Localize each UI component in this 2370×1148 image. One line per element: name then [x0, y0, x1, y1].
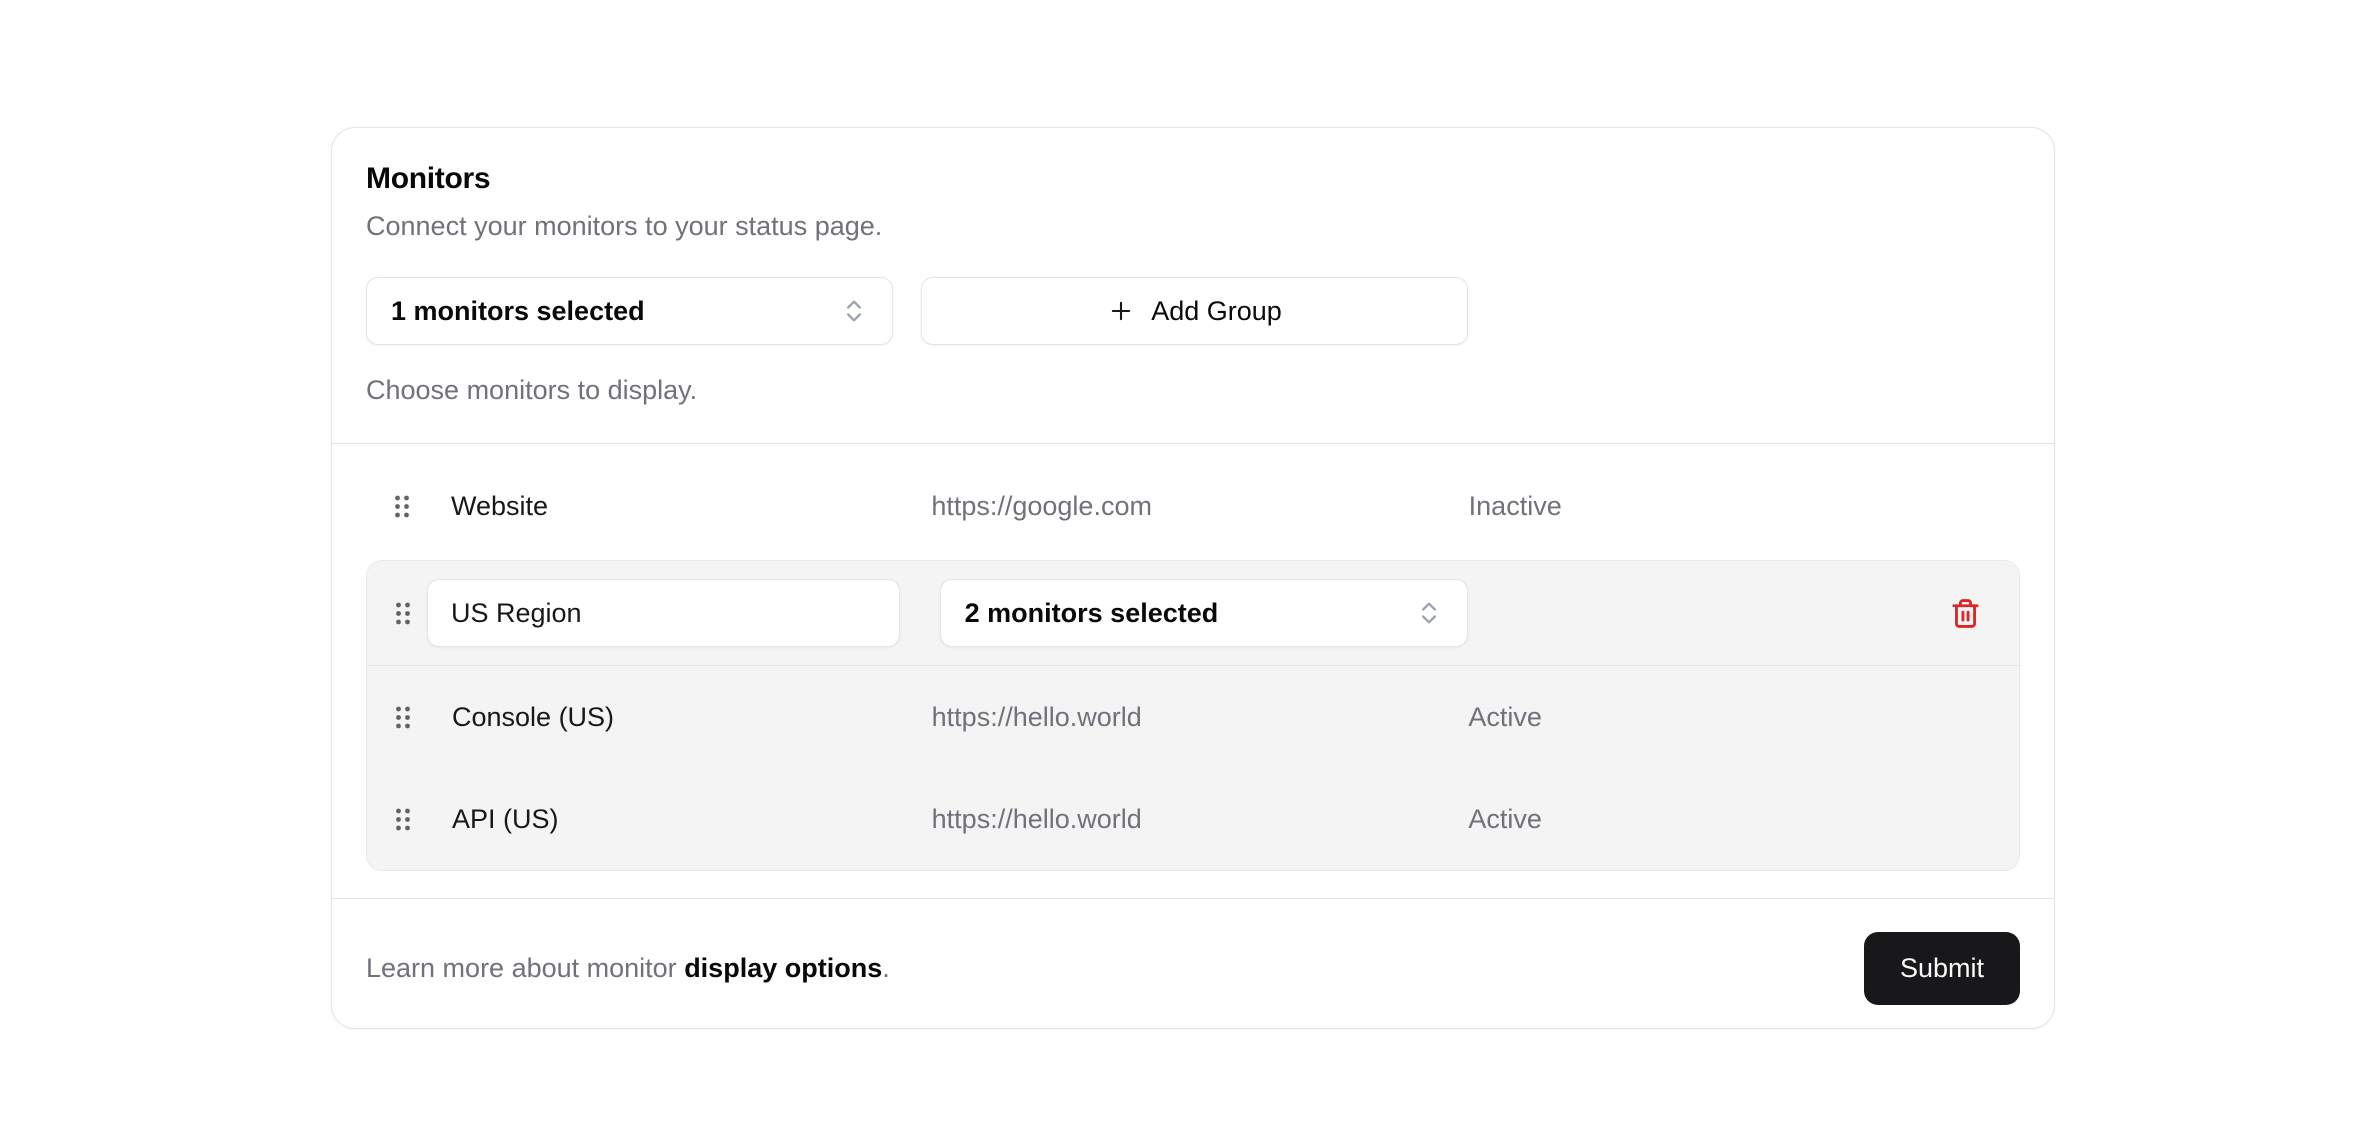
monitor-name-cell: API (US): [367, 804, 918, 835]
monitor-url: https://google.com: [917, 491, 1468, 522]
monitor-name: Website: [451, 491, 548, 522]
page-subtitle: Connect your monitors to your status pag…: [366, 209, 2020, 243]
group-actions-cell: [1468, 594, 2019, 633]
table-row: Website https://google.com Inactive: [366, 464, 2020, 548]
submit-button[interactable]: Submit: [1864, 932, 2020, 1005]
group-name-input[interactable]: [427, 579, 900, 647]
monitors-select[interactable]: 1 monitors selected: [366, 277, 893, 345]
table-row: Console (US) https://hello.world Active: [367, 666, 2019, 768]
page-title: Monitors: [366, 160, 2020, 198]
monitors-select-value: 1 monitors selected: [391, 296, 645, 327]
monitor-name-cell: Console (US): [367, 702, 918, 733]
chevrons-up-down-icon: [1415, 599, 1443, 627]
card-footer: Learn more about monitor display options…: [332, 899, 2054, 1029]
grip-vertical-icon: [394, 705, 412, 730]
add-group-label: Add Group: [1151, 296, 1282, 327]
group-monitors-select-value: 2 monitors selected: [965, 598, 1219, 629]
status-badge: Active: [1468, 804, 2019, 835]
trash-icon: [1950, 598, 1981, 629]
group-monitors-select[interactable]: 2 monitors selected: [940, 579, 1469, 647]
monitor-url: https://hello.world: [918, 702, 1469, 733]
controls-row: 1 monitors selected Add Group: [366, 277, 2020, 345]
monitors-card: Monitors Connect your monitors to your s…: [331, 127, 2055, 1029]
group-name-cell: [367, 579, 918, 647]
status-badge: Inactive: [1469, 491, 2020, 522]
grip-vertical-icon: [393, 494, 411, 519]
delete-group-button[interactable]: [1946, 594, 1985, 633]
display-options-link[interactable]: display options: [684, 953, 882, 983]
monitor-name-cell: Website: [366, 491, 917, 522]
drag-handle[interactable]: [394, 705, 412, 730]
table-row: API (US) https://hello.world Active: [367, 768, 2019, 870]
drag-handle[interactable]: [394, 601, 412, 626]
card-header: Monitors Connect your monitors to your s…: [332, 128, 2054, 444]
drag-handle[interactable]: [393, 494, 411, 519]
add-group-button[interactable]: Add Group: [921, 277, 1468, 345]
monitor-name: Console (US): [452, 702, 614, 733]
plus-icon: [1107, 297, 1135, 325]
helper-text: Choose monitors to display.: [366, 373, 2020, 407]
footer-text-prefix: Learn more about monitor: [366, 953, 684, 983]
group-header-row: 2 monitors selected: [367, 561, 2019, 666]
monitor-name: API (US): [452, 804, 559, 835]
chevrons-up-down-icon: [840, 297, 868, 325]
monitors-table: Website https://google.com Inactive 2 mo…: [332, 444, 2054, 899]
footer-text: Learn more about monitor display options…: [366, 953, 890, 984]
monitor-group: 2 monitors selected: [366, 560, 2020, 871]
monitor-url: https://hello.world: [918, 804, 1469, 835]
drag-handle[interactable]: [394, 807, 412, 832]
grip-vertical-icon: [394, 601, 412, 626]
footer-text-suffix: .: [882, 953, 890, 983]
status-badge: Active: [1468, 702, 2019, 733]
grip-vertical-icon: [394, 807, 412, 832]
